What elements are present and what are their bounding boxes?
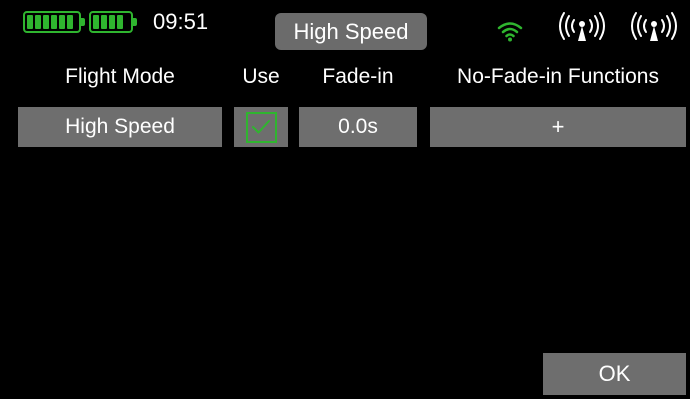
fade-in-button[interactable]: 0.0s xyxy=(299,107,417,147)
flight-mode-button[interactable]: High Speed xyxy=(18,107,222,147)
add-no-fade-in-function-button[interactable]: + xyxy=(430,107,686,147)
check-icon xyxy=(252,120,270,134)
wifi-icon xyxy=(497,22,523,42)
battery-icon xyxy=(23,11,85,33)
clock: 09:51 xyxy=(153,9,209,34)
header-use: Use xyxy=(242,65,280,88)
battery-icon xyxy=(89,11,137,33)
antenna-icon xyxy=(559,12,605,41)
antenna-icon xyxy=(631,12,677,41)
use-checkbox[interactable] xyxy=(245,111,277,143)
header-fade-in: Fade-in xyxy=(322,65,394,88)
header-no-fade-in-functions: No-Fade-in Functions xyxy=(457,65,659,88)
header-flight-mode: Flight Mode xyxy=(65,65,175,88)
use-checkbox-cell[interactable] xyxy=(234,107,288,147)
ok-button[interactable]: OK xyxy=(543,353,686,395)
page-title[interactable]: High Speed xyxy=(275,13,427,50)
